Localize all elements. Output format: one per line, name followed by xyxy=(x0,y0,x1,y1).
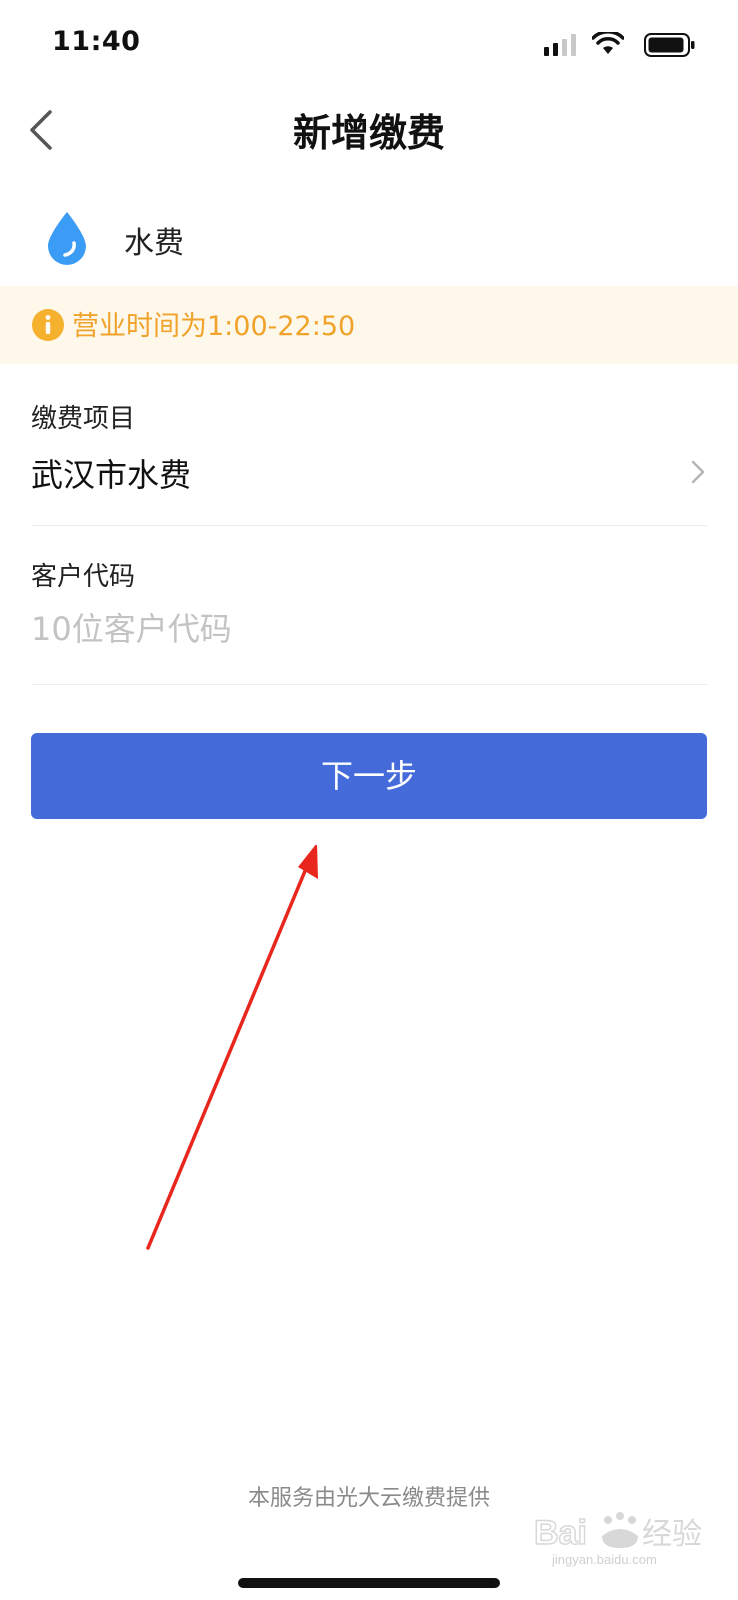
svg-text:经验: 经验 xyxy=(642,1518,702,1551)
next-button[interactable]: 下一步 xyxy=(31,733,707,819)
payment-project-field[interactable]: 缴费项目 武汉市水费 xyxy=(31,398,707,526)
status-icons xyxy=(536,30,696,58)
svg-text:jingyan.baidu.com: jingyan.baidu.com xyxy=(551,1552,657,1567)
customer-code-label: 客户代码 xyxy=(31,562,136,592)
svg-text:Bai: Bai xyxy=(534,1514,587,1552)
signal-icon xyxy=(544,34,576,56)
water-drop-icon xyxy=(48,212,86,265)
info-icon xyxy=(32,309,64,341)
page-title: 新增缴费 xyxy=(292,111,445,155)
customer-code-field: 客户代码 xyxy=(31,556,707,685)
baidu-jingyan-watermark: Bai 经验 jingyan.baidu.com xyxy=(533,1512,702,1567)
red-arrow-icon xyxy=(146,845,318,1250)
status-bar: 11:40 xyxy=(0,0,738,90)
status-time: 11:40 xyxy=(52,26,141,57)
customer-code-input[interactable] xyxy=(31,604,691,654)
category-label: 水费 xyxy=(124,226,184,261)
notice-text: 营业时间为1:00-22:50 xyxy=(72,311,356,342)
payment-project-value[interactable]: 武汉市水费 xyxy=(31,450,191,496)
notice-bar: 营业时间为1:00-22:50 xyxy=(0,286,738,364)
wifi-icon xyxy=(592,32,624,54)
battery-icon xyxy=(644,33,695,57)
payment-project-label: 缴费项目 xyxy=(31,404,136,434)
nav-bar: 新增缴费 xyxy=(0,90,738,168)
chevron-right-icon xyxy=(691,460,705,484)
home-indicator[interactable] xyxy=(238,1578,500,1588)
